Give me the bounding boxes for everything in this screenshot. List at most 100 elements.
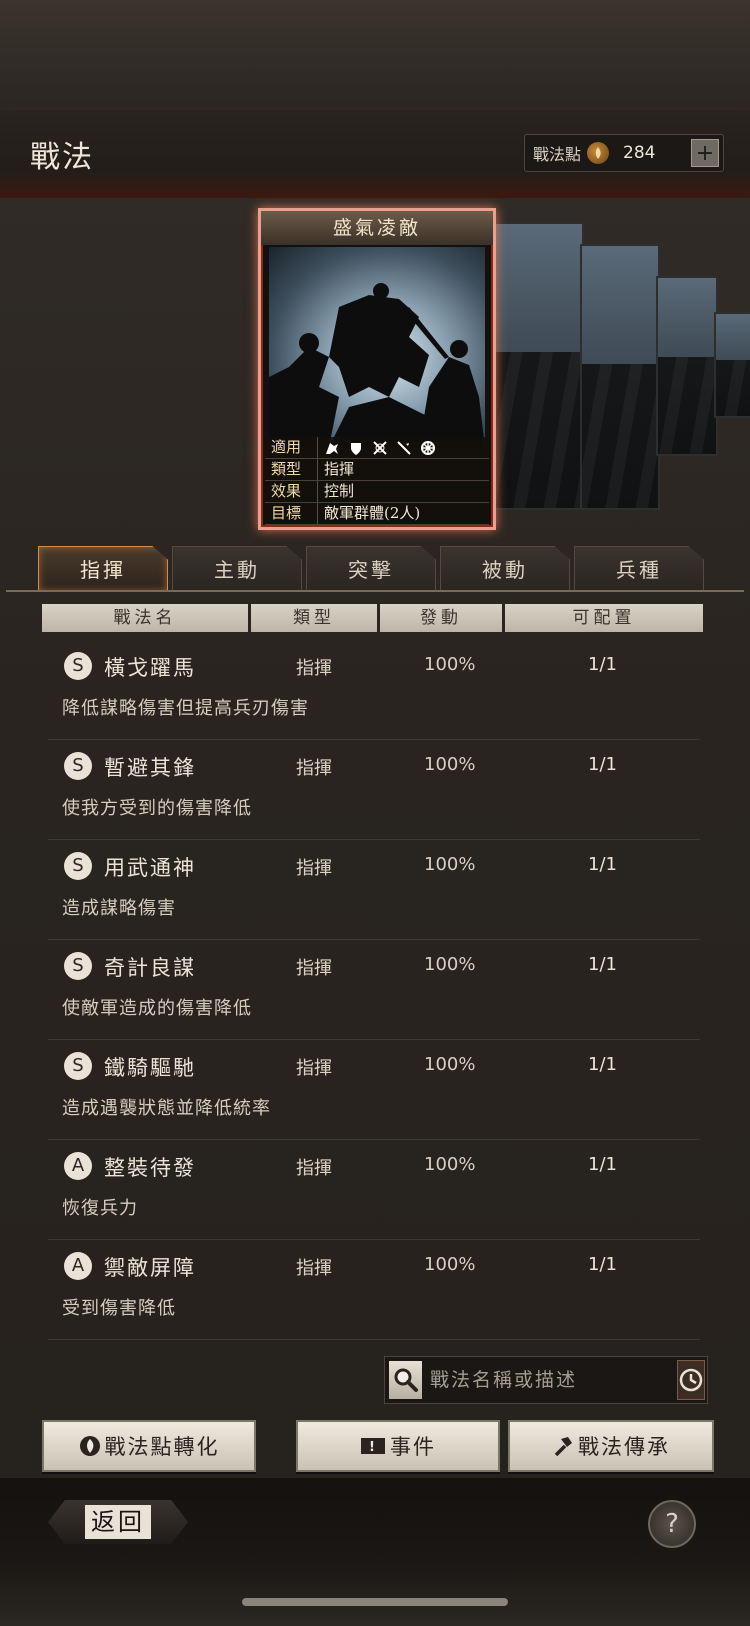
clock-icon: [679, 1368, 703, 1392]
list-item[interactable]: S 用武通神 指揮 100% 1/1 造成謀略傷害: [48, 840, 700, 940]
tactic-slots: 1/1: [588, 1154, 617, 1175]
selected-tactic-card[interactable]: 盛氣凌敵 適用 類型 指揮 效果 控制 目標 敵軍群體(2人): [258, 208, 496, 530]
tactic-inherit-label: 戰法傳承: [578, 1435, 670, 1459]
tactic-name: 禦敵屏障: [104, 1256, 196, 1280]
tactic-name: 鐵騎驅馳: [104, 1056, 196, 1080]
bow-icon: [373, 440, 387, 455]
home-indicator: [242, 1598, 508, 1606]
tab-command[interactable]: 指揮: [38, 546, 168, 592]
card-info-table: 適用 類型 指揮 效果 控制 目標 敵軍群體(2人): [265, 437, 489, 525]
search-button[interactable]: [389, 1361, 422, 1399]
card-info-row-target: 目標 敵軍群體(2人): [265, 503, 489, 525]
tactic-name: 用武通神: [104, 856, 196, 880]
tactic-type: 指揮: [296, 958, 332, 979]
column-header-slots[interactable]: 可配置: [505, 604, 703, 632]
tab-troop-type[interactable]: 兵種: [574, 546, 704, 591]
spear-icon: [397, 440, 411, 455]
page-title: 戰法: [30, 140, 94, 175]
tactic-slots: 1/1: [588, 1054, 617, 1075]
tactic-name: 整裝待發: [104, 1156, 196, 1180]
svg-text:!: !: [369, 1440, 377, 1455]
tactic-name: 暫避其鋒: [104, 756, 196, 780]
tactic-type: 指揮: [296, 858, 332, 879]
search-icon: [394, 1368, 418, 1392]
grade-badge: S: [64, 1052, 92, 1080]
info-value: 指揮: [324, 460, 355, 478]
list-item[interactable]: S 鐵騎驅馳 指揮 100% 1/1 造成遇襲狀態並降低統率: [48, 1040, 700, 1140]
shield-icon: [351, 442, 361, 455]
tactic-points-box: 戰法點 284 +: [524, 134, 724, 172]
top-decoration: [0, 0, 750, 110]
card-illustration: [269, 247, 485, 447]
cavalry-icon: [326, 442, 338, 454]
tactic-rate: 100%: [424, 654, 476, 675]
column-header-rate[interactable]: 發動: [380, 604, 502, 632]
tactic-rate: 100%: [424, 1054, 476, 1075]
tactic-type: 指揮: [296, 1058, 332, 1079]
history-button[interactable]: [677, 1360, 705, 1400]
tactic-slots: 1/1: [588, 1254, 617, 1275]
list-item[interactable]: S 橫戈躍馬 指揮 100% 1/1 降低謀略傷害但提高兵刃傷害: [48, 640, 700, 740]
tactic-rate: 100%: [424, 854, 476, 875]
convert-points-label: 戰法點轉化: [104, 1435, 220, 1459]
add-points-button[interactable]: +: [691, 139, 719, 167]
tactic-slots: 1/1: [588, 754, 617, 775]
points-label: 戰法點: [533, 145, 582, 164]
tactic-rate: 100%: [424, 1154, 476, 1175]
info-key: 目標: [265, 503, 318, 524]
card-back-1: [490, 222, 584, 510]
hammer-icon: [552, 1435, 574, 1457]
help-button[interactable]: ?: [648, 1500, 696, 1548]
list-item[interactable]: S 暫避其鋒 指揮 100% 1/1 使我方受到的傷害降低: [48, 740, 700, 840]
card-title: 盛氣凌敵: [261, 211, 493, 245]
column-header-type[interactable]: 類型: [251, 604, 377, 632]
tactic-rate: 100%: [424, 954, 476, 975]
info-key: 類型: [265, 459, 318, 480]
tactic-list: S 橫戈躍馬 指揮 100% 1/1 降低謀略傷害但提高兵刃傷害 S 暫避其鋒 …: [48, 640, 700, 1340]
tactic-description: 恢復兵力: [62, 1198, 138, 1219]
tactic-rate: 100%: [424, 754, 476, 775]
tactic-type: 指揮: [296, 1258, 332, 1279]
tactic-inherit-button[interactable]: 戰法傳承: [508, 1420, 714, 1472]
grade-badge: S: [64, 952, 92, 980]
card-back-3: [656, 276, 718, 456]
tactic-description: 受到傷害降低: [62, 1298, 176, 1319]
convert-points-button[interactable]: 戰法點轉化: [42, 1420, 256, 1472]
wheel-icon: [421, 440, 435, 455]
tactic-slots: 1/1: [588, 854, 617, 875]
grade-badge: S: [64, 852, 92, 880]
tactic-name: 橫戈躍馬: [104, 656, 196, 680]
info-value: 敵軍群體(2人): [324, 504, 421, 522]
tactic-name: 奇計良謀: [104, 956, 196, 980]
footer-bar: 返回 ?: [0, 1478, 750, 1626]
search-input[interactable]: [422, 1368, 677, 1392]
event-button[interactable]: ! 事件: [296, 1420, 500, 1472]
tactic-description: 降低謀略傷害但提高兵刃傷害: [62, 698, 309, 719]
tactic-description: 使敵軍造成的傷害降低: [62, 998, 252, 1019]
table-header: 戰法名 類型 發動 可配置: [42, 604, 703, 632]
list-item[interactable]: A 禦敵屏障 指揮 100% 1/1 受到傷害降低: [48, 1240, 700, 1340]
tactic-point-icon: [587, 142, 610, 164]
tab-assault[interactable]: 突擊: [306, 546, 436, 591]
card-info-row-type: 類型 指揮: [265, 459, 489, 481]
event-icon: !: [360, 1435, 386, 1457]
tactic-slots: 1/1: [588, 954, 617, 975]
info-key: 適用: [265, 437, 318, 458]
tab-passive[interactable]: 被動: [440, 546, 570, 591]
tactic-type: 指揮: [296, 1158, 332, 1179]
tactic-description: 使我方受到的傷害降低: [62, 798, 252, 819]
card-info-row-applicable: 適用: [265, 437, 489, 459]
info-value: 控制: [324, 482, 355, 500]
tactic-description: 造成謀略傷害: [62, 898, 176, 919]
tactic-type: 指揮: [296, 758, 332, 779]
card-info-row-effect: 效果 控制: [265, 481, 489, 503]
column-header-name[interactable]: 戰法名: [42, 604, 248, 632]
applicable-unit-icons: [318, 437, 436, 458]
back-button[interactable]: 返回: [48, 1500, 188, 1544]
tactic-description: 造成遇襲狀態並降低統率: [62, 1098, 271, 1119]
list-item[interactable]: A 整裝待發 指揮 100% 1/1 恢復兵力: [48, 1140, 700, 1240]
points-value: 284: [623, 143, 656, 163]
tab-active[interactable]: 主動: [172, 546, 302, 591]
grade-badge: A: [64, 1152, 92, 1180]
list-item[interactable]: S 奇計良謀 指揮 100% 1/1 使敵軍造成的傷害降低: [48, 940, 700, 1040]
